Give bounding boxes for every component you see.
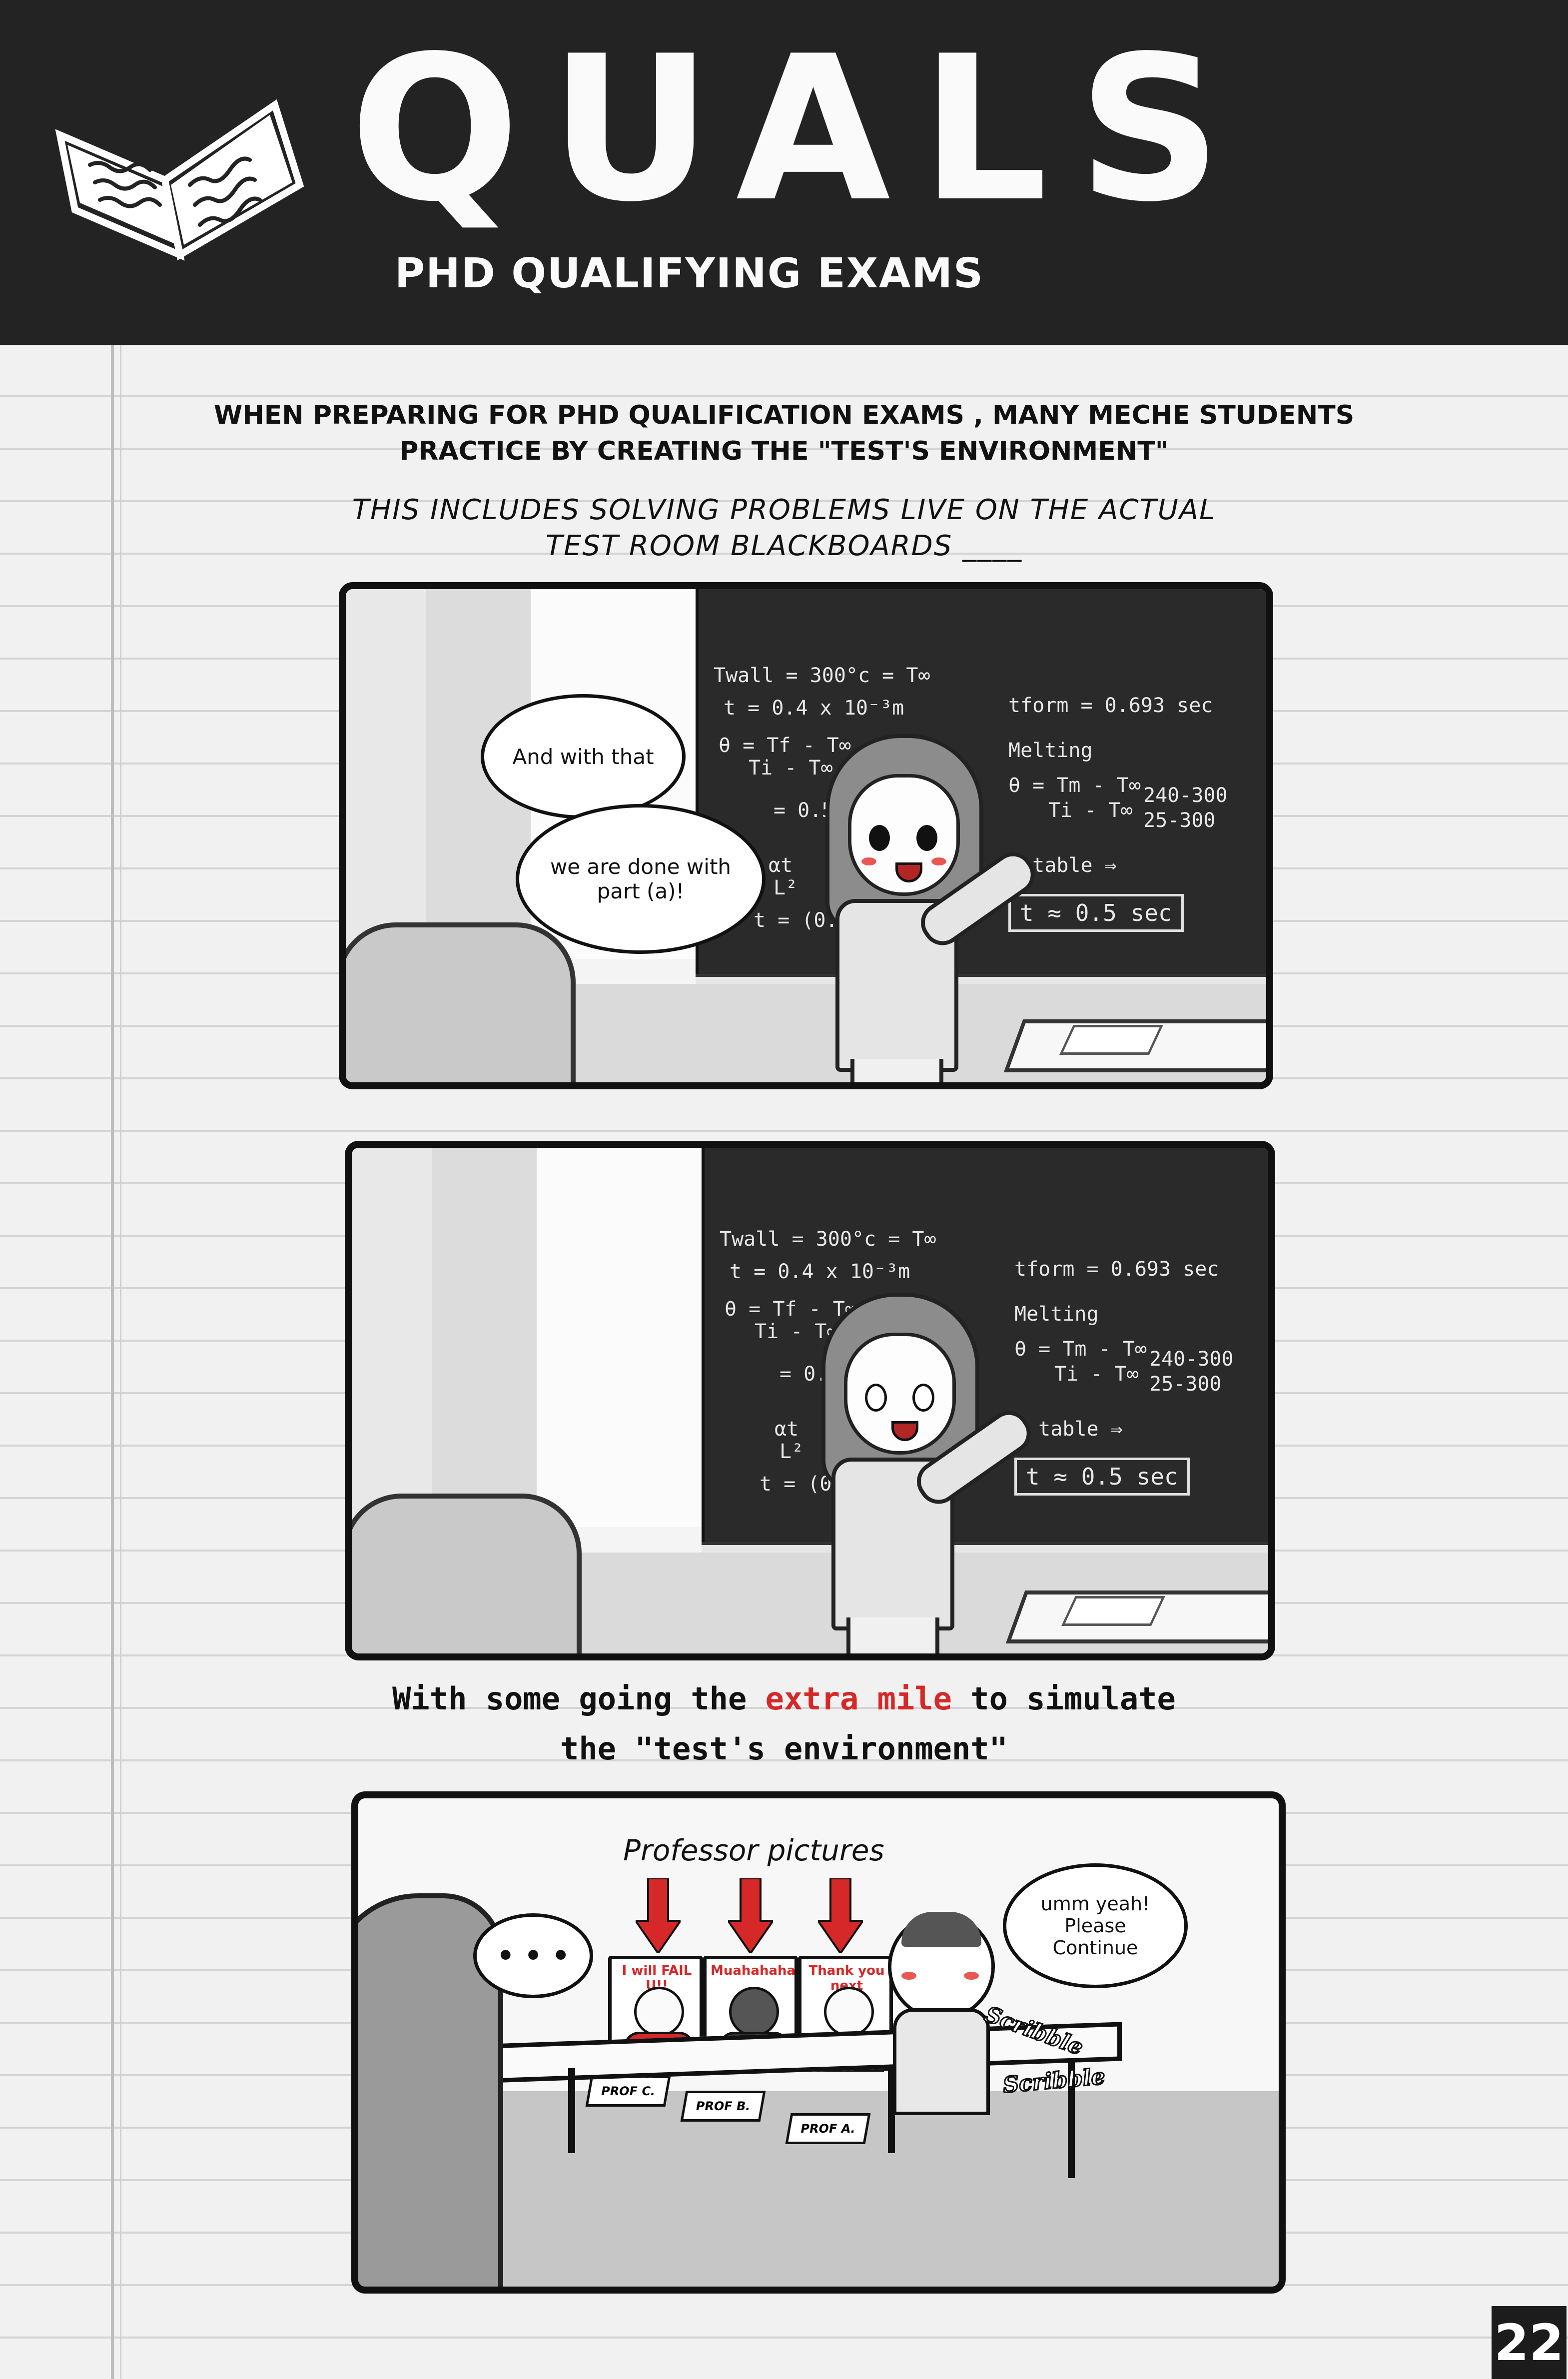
seated-blush-left: [901, 1972, 916, 1980]
student-eye-right: [916, 825, 937, 851]
poster-c-face: [634, 1987, 684, 2037]
chalk-r1: tform = 0.693 sec: [1014, 1258, 1219, 1281]
speech-bubble-top: And with that: [481, 694, 686, 819]
comic-panel-2: Twall = 300°c = T∞ t = 0.4 x 10⁻³m θ = T…: [345, 1141, 1275, 1660]
chalk-r4b: 25-300: [1143, 809, 1216, 832]
blackboard: Twall = 300°c = T∞ t = 0.4 x 10⁻³m θ = T…: [696, 589, 1266, 984]
professor-pictures-annotation: Professor pictures: [623, 1833, 884, 1867]
ellipsis-text: • • •: [496, 1939, 570, 1972]
caption-text: With some going the extra mile to simula…: [0, 1674, 1568, 1774]
papers-on-desk: [1061, 1596, 1165, 1626]
margin-line-secondary: [120, 345, 121, 2379]
seated-student-body: [893, 2008, 990, 2115]
chalk-eq-1: Twall = 300°c = T∞: [720, 1228, 936, 1251]
chalk-r3: θ = Tm - T∞: [1014, 1338, 1147, 1361]
student-eye-left: [865, 1384, 887, 1412]
seated-blush-right: [964, 1972, 979, 1980]
chalk-result-box: t ≈ 0.5 sec: [1014, 1458, 1190, 1496]
student-eye-left: [869, 825, 890, 851]
red-arrow-icon: [636, 1878, 681, 1953]
student-face: [848, 774, 960, 896]
margin-line: [111, 345, 114, 2379]
poster-a-face: [824, 1987, 874, 2037]
wall-door: [537, 1148, 706, 1527]
student-mouth: [895, 862, 922, 882]
speech-bubble-bottom: we are done with part (a)!: [516, 804, 766, 954]
speech-text-top: And with that: [512, 744, 654, 769]
poster-b-face: [729, 1987, 779, 2037]
page-title: QUALS: [350, 13, 1252, 246]
intro-line-1: WHEN PREPARING FOR PHD QUALIFICATION EXA…: [213, 400, 1355, 430]
nameplate-prof-b: PROF B.: [680, 2091, 766, 2122]
intro-line-4: TEST ROOM BLACKBOARDS ____: [545, 530, 1023, 562]
chalk-eq-4: = 0.5: [774, 799, 834, 822]
chalk-eq-2: t = 0.4 x 10⁻³m: [724, 697, 904, 720]
chalk-r3b: Ti - T∞: [1054, 1363, 1139, 1386]
seated-student-face: [888, 1912, 995, 2020]
chalk-eq-3b: Ti - T∞: [755, 1320, 839, 1343]
poster-b-text: Muahahaha: [711, 1963, 796, 1978]
papers-on-desk: [1059, 1025, 1163, 1055]
caption-line-1: With some going the extra mile to simula…: [0, 1674, 1568, 1724]
chalk-r4a: 240-300: [1143, 784, 1228, 807]
nameplate-prof-c: PROF C.: [585, 2076, 671, 2107]
intro-text-block: WHEN PREPARING FOR PHD QUALIFICATION EXA…: [0, 397, 1568, 469]
student-blush-left: [861, 857, 876, 865]
page-number-box: 22: [1492, 2306, 1567, 2379]
student-blush-right: [931, 857, 946, 865]
speech-text-bottom: we are done with part (a)!: [550, 854, 732, 903]
chalk-r1: tform = 0.693 sec: [1008, 694, 1213, 717]
student-legs: [846, 1617, 939, 1653]
open-book-icon: [55, 99, 304, 261]
chalk-r4b: 25-300: [1149, 1373, 1222, 1396]
speech-text-right: umm yeah! Please Continue: [1040, 1893, 1150, 1959]
chalk-r2: Melting: [1008, 739, 1093, 762]
speech-bubble-right: umm yeah! Please Continue: [1003, 1863, 1188, 1988]
intro-line-2: PRACTICE BY CREATING THE "TEST'S ENVIRON…: [399, 436, 1169, 466]
caption-line-2: the "test's environment": [560, 1730, 1008, 1767]
caption-before: With some going the: [392, 1680, 766, 1717]
page-header: QUALS PHD QUALIFYING EXAMS: [0, 0, 1568, 345]
intro-text-block-2: THIS INCLUDES SOLVING PROBLEMS LIVE ON T…: [0, 492, 1568, 564]
page-number: 22: [1494, 2313, 1564, 2372]
chalk-r3b: Ti - T∞: [1048, 799, 1133, 822]
chalk-eq-5b: L²: [780, 1440, 804, 1463]
student-legs: [850, 1059, 943, 1082]
student-mouth: [891, 1421, 918, 1441]
chalk-r3: θ = Tm - T∞: [1008, 774, 1141, 797]
student-eye-right: [912, 1384, 934, 1412]
nameplate-prof-a: PROF A.: [785, 2113, 871, 2144]
chalk-r5: ↳ table ⇒: [1014, 1418, 1123, 1441]
student-face: [844, 1333, 956, 1455]
chalk-eq-3b: Ti - T∞: [749, 757, 833, 780]
caption-after: to simulate: [951, 1680, 1176, 1717]
chalk-r2: Melting: [1014, 1303, 1099, 1326]
chalk-eq-3: θ = Tf - T∞: [719, 734, 851, 757]
page-subtitle: PHD QUALIFYING EXAMS: [395, 250, 984, 297]
comic-panel-3: Professor pictures I will FAIL U!! Muaha…: [351, 1791, 1286, 2294]
foreground-chair: [346, 922, 576, 1082]
foreground-chair: [352, 1494, 582, 1653]
chalk-eq-3: θ = Tf - T∞: [725, 1298, 857, 1321]
blackboard: Twall = 300°c = T∞ t = 0.4 x 10⁻³m θ = T…: [702, 1148, 1268, 1553]
intro-line-3: THIS INCLUDES SOLVING PROBLEMS LIVE ON T…: [352, 494, 1216, 526]
chalk-eq-2: t = 0.4 x 10⁻³m: [730, 1260, 910, 1283]
ellipsis-bubble: • • •: [473, 1913, 593, 1998]
chalk-eq-5: αt: [775, 1418, 799, 1441]
chalk-result-box: t ≈ 0.5 sec: [1008, 894, 1184, 932]
chalk-eq-5b: L²: [774, 876, 798, 899]
red-arrow-icon: [818, 1878, 863, 1953]
red-arrow-icon: [728, 1878, 773, 1953]
comic-panel-1: Twall = 300°c = T∞ t = 0.4 x 10⁻³m θ = T…: [339, 582, 1273, 1089]
chalk-r4a: 240-300: [1149, 1348, 1234, 1371]
chalk-eq-1: Twall = 300°c = T∞: [714, 664, 930, 687]
table-leg: [568, 2068, 575, 2153]
caption-accent: extra mile: [765, 1680, 952, 1717]
chalk-eq-5: αt: [769, 854, 793, 877]
